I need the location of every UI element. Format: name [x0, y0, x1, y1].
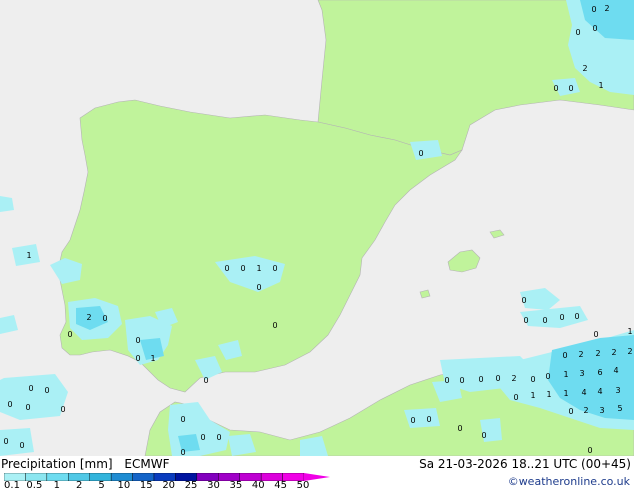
precip-value-label: 0 — [135, 336, 140, 345]
precip-value-label: 0 — [591, 5, 596, 14]
precip-value-label: 1 — [26, 251, 31, 260]
precip-value-label: 0 — [587, 446, 592, 455]
precip-value-label: 2 — [578, 350, 583, 359]
precip-value-label: 5 — [617, 404, 622, 413]
precip-value-label: 0 — [575, 28, 580, 37]
precip-value-label: 0 — [28, 384, 33, 393]
precip-value-label: 0 — [418, 149, 423, 158]
precip-value-label: 1 — [563, 370, 568, 379]
precip-value-label: 0 — [426, 415, 431, 424]
precip-value-label: 0 — [495, 374, 500, 383]
precip-value-label: 0 — [135, 354, 140, 363]
precip-value-label: 0 — [180, 415, 185, 424]
precip-value-label: 0 — [592, 24, 597, 33]
precip-value-label: 0 — [568, 84, 573, 93]
precip-value-label: 2 — [627, 347, 632, 356]
credit-link[interactable]: ©weatheronline.co.uk — [508, 475, 630, 489]
precip-value-label: 0 — [523, 316, 528, 325]
precip-value-label: 0 — [200, 433, 205, 442]
precip-value-label: 0 — [530, 375, 535, 384]
map-title: Precipitation [mm] ECMWF — [1, 457, 169, 471]
precip-value-label: 0 — [542, 316, 547, 325]
precip-value-label: 6 — [597, 368, 602, 377]
precip-value-label: 0 — [7, 400, 12, 409]
precip-value-label: 0 — [272, 264, 277, 273]
precip-value-label: 0 — [513, 393, 518, 402]
precip-value-label: 0 — [481, 431, 486, 440]
precip-value-label: 0 — [457, 424, 462, 433]
model-name: ECMWF — [124, 457, 170, 471]
precip-value-label: 2 — [86, 313, 91, 322]
precip-value-label: 0 — [559, 313, 564, 322]
precip-value-label: 1 — [627, 327, 632, 336]
precip-value-label: 0 — [256, 283, 261, 292]
precipitation-map: 22110 0 1 002 000000 0 0 0100 10 2 2 2 20 1 3 6 420000 00… — [0, 0, 634, 456]
precip-value-label: 0 — [459, 376, 464, 385]
precip-value-label: 2 — [511, 374, 516, 383]
precip-value-label: 0 — [102, 314, 107, 323]
title-text: Precipitation [mm] — [1, 457, 113, 471]
precip-value-label: 0 — [410, 416, 415, 425]
precip-value-label: 1 — [563, 389, 568, 398]
precip-value-label: 0 — [593, 330, 598, 339]
precip-value-label: 0 — [568, 407, 573, 416]
precip-value-label: 0 — [3, 437, 8, 446]
precip-value-label: 0 — [562, 351, 567, 360]
precip-value-label: 2 — [582, 64, 587, 73]
precip-value-label: 4 — [597, 387, 602, 396]
precip-value-label: 1 — [546, 390, 551, 399]
valid-time: Sa 21-03-2026 18..21 UTC (00+45) — [419, 457, 631, 471]
precip-value-label: 0 — [67, 330, 72, 339]
precip-value-label: 1 — [598, 81, 603, 90]
precip-value-label: 2 — [583, 406, 588, 415]
precip-value-label: 0 — [216, 433, 221, 442]
precip-value-label: 3 — [599, 406, 604, 415]
precip-value-label: 1 — [256, 264, 261, 273]
precip-value-label: 0 — [60, 405, 65, 414]
precip-value-label: 0 — [203, 376, 208, 385]
precip-value-label: 1 — [530, 391, 535, 400]
legend-panel: Precipitation [mm] ECMWF Sa 21-03-2026 1… — [0, 456, 634, 491]
precip-value-label: 0 — [521, 296, 526, 305]
precip-value-label: 0 — [574, 312, 579, 321]
precip-value-label: 0 — [240, 264, 245, 273]
precip-value-label: 3 — [579, 369, 584, 378]
precip-value-label: 0 — [19, 441, 24, 450]
precip-value-label: 0 — [272, 321, 277, 330]
precip-value-label: 2 — [595, 349, 600, 358]
precip-value-label: 4 — [581, 388, 586, 397]
precip-value-label: 0 — [224, 264, 229, 273]
precip-value-label: 3 — [615, 386, 620, 395]
precip-value-label: 2 — [604, 4, 609, 13]
precip-value-label: 0 — [25, 403, 30, 412]
precip-value-label: 1 — [150, 354, 155, 363]
precip-value-label: 0 — [478, 375, 483, 384]
precip-value-label: 0 — [553, 84, 558, 93]
precip-value-label: 4 — [613, 366, 618, 375]
precip-value-label: 0 — [545, 372, 550, 381]
precip-value-label: 0 — [180, 448, 185, 456]
precip-value-label: 2 — [611, 348, 616, 357]
precip-value-label: 0 — [444, 376, 449, 385]
precip-value-label: 0 — [44, 386, 49, 395]
